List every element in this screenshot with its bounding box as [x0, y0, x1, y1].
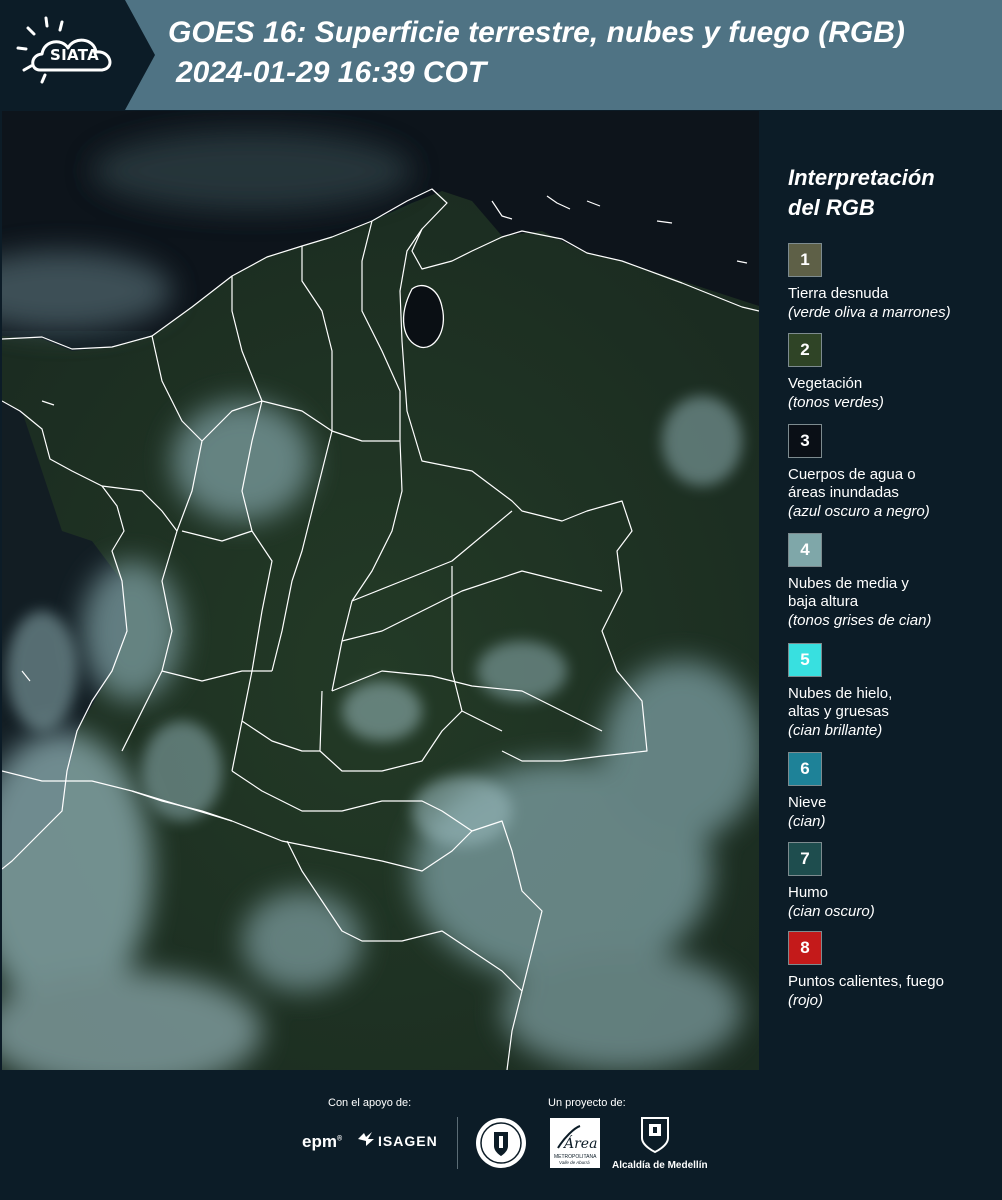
epm-text: epm [302, 1132, 337, 1151]
swatch-6: 6 [788, 752, 822, 786]
legend-title: Interpretación del RGB [788, 163, 935, 223]
legend-label-line: baja altura [788, 593, 859, 610]
legend-label-line: Nubes de media y [788, 575, 909, 592]
legend-panel: Interpretación del RGB 1 Tierra desnuda … [760, 111, 1002, 1070]
legend-label-line: Cuerpos de agua o [788, 466, 916, 483]
image-datetime: 2024-01-29 16:39 COT [176, 56, 487, 89]
legend-desc: (tonos verdes) [788, 394, 884, 411]
swatch-5: 5 [788, 643, 822, 677]
legend-item-low-clouds: 4 Nubes de media y baja altura (tonos gr… [788, 533, 998, 630]
legend-label: Nubes de media y baja altura [788, 575, 998, 611]
area-sub2: Valle de Aburrá [559, 1160, 590, 1165]
legend-label-line: Puntos calientes, fuego [788, 973, 944, 990]
isagen-text: ISAGEN [378, 1133, 438, 1149]
legend-label: Puntos calientes, fuego [788, 973, 998, 991]
legend-title-line1: Interpretación [788, 165, 935, 190]
swatch-3: 3 [788, 424, 822, 458]
legend-item-ice-clouds: 5 Nubes de hielo, altas y gruesas (cian … [788, 643, 998, 740]
legend-label-line: áreas inundadas [788, 484, 899, 501]
legend-label-line: Nieve [788, 794, 827, 811]
swatch-1: 1 [788, 243, 822, 277]
legend-item-smoke: 7 Humo (cian oscuro) [788, 842, 998, 921]
legend-label-line: Nubes de hielo, [788, 685, 893, 702]
satellite-map [2, 111, 759, 1070]
page-title: GOES 16: Superficie terrestre, nubes y f… [168, 16, 905, 49]
legend-desc: (cian) [788, 813, 826, 830]
logo-text: SIATA [50, 46, 100, 64]
area-name: Área [562, 1134, 597, 1152]
alcaldia-shield-icon [640, 1116, 670, 1154]
legend-label: Nieve [788, 794, 998, 812]
legend-label: Vegetación [788, 375, 998, 393]
legend-label-line: altas y gruesas [788, 703, 889, 720]
legend-item-vegetation: 2 Vegetación (tonos verdes) [788, 333, 998, 412]
legend-item-bare-soil: 1 Tierra desnuda (verde oliva a marrones… [788, 243, 998, 322]
legend-item-water: 3 Cuerpos de agua o áreas inundadas (azu… [788, 424, 998, 521]
siata-logo: SIATA [0, 0, 160, 110]
lake-maracaibo [402, 284, 445, 349]
header-banner: SIATA GOES 16: Superficie terrestre, nub… [0, 0, 1002, 110]
legend-desc: (rojo) [788, 992, 824, 1009]
swatch-8: 8 [788, 931, 822, 965]
legend-label: Humo [788, 884, 998, 902]
footer: Con el apoyo de: Un proyecto de: epm® IS… [0, 1070, 1002, 1200]
legend-label: Tierra desnuda [788, 285, 998, 303]
legend-desc: (cian oscuro) [788, 903, 875, 920]
legend-label-line: Humo [788, 884, 829, 901]
epm-logo: epm® [302, 1132, 343, 1151]
legend-item-fire: 8 Puntos calientes, fuego (rojo) [788, 931, 998, 1010]
swatch-2: 2 [788, 333, 822, 367]
isagen-mark-icon [358, 1132, 374, 1149]
legend-title-line2: del RGB [788, 195, 875, 220]
isagen-logo: ISAGEN [358, 1132, 438, 1149]
legend-desc: (verde oliva a marrones) [788, 304, 951, 321]
footer-divider [457, 1117, 458, 1169]
swatch-4: 4 [788, 533, 822, 567]
legend-label: Cuerpos de agua o áreas inundadas [788, 466, 998, 502]
legend-desc: (cian brillante) [788, 722, 883, 739]
area-metropolitana-logo: Área METROPOLITANA Valle de Aburrá [550, 1118, 600, 1168]
legend-desc: (azul oscuro a negro) [788, 503, 930, 520]
legend-item-snow: 6 Nieve (cian) [788, 752, 998, 831]
support-label: Con el apoyo de: [328, 1097, 412, 1109]
alcaldia-text: Alcaldía de Medellín [612, 1160, 708, 1171]
legend-label-line: Tierra desnuda [788, 285, 889, 302]
legend-label: Nubes de hielo, altas y gruesas [788, 685, 998, 721]
legend-label-line: Vegetación [788, 375, 863, 392]
swatch-7: 7 [788, 842, 822, 876]
project-label: Un proyecto de: [548, 1097, 626, 1109]
university-seal-icon [474, 1116, 528, 1170]
legend-desc: (tonos grises de cian) [788, 612, 932, 629]
